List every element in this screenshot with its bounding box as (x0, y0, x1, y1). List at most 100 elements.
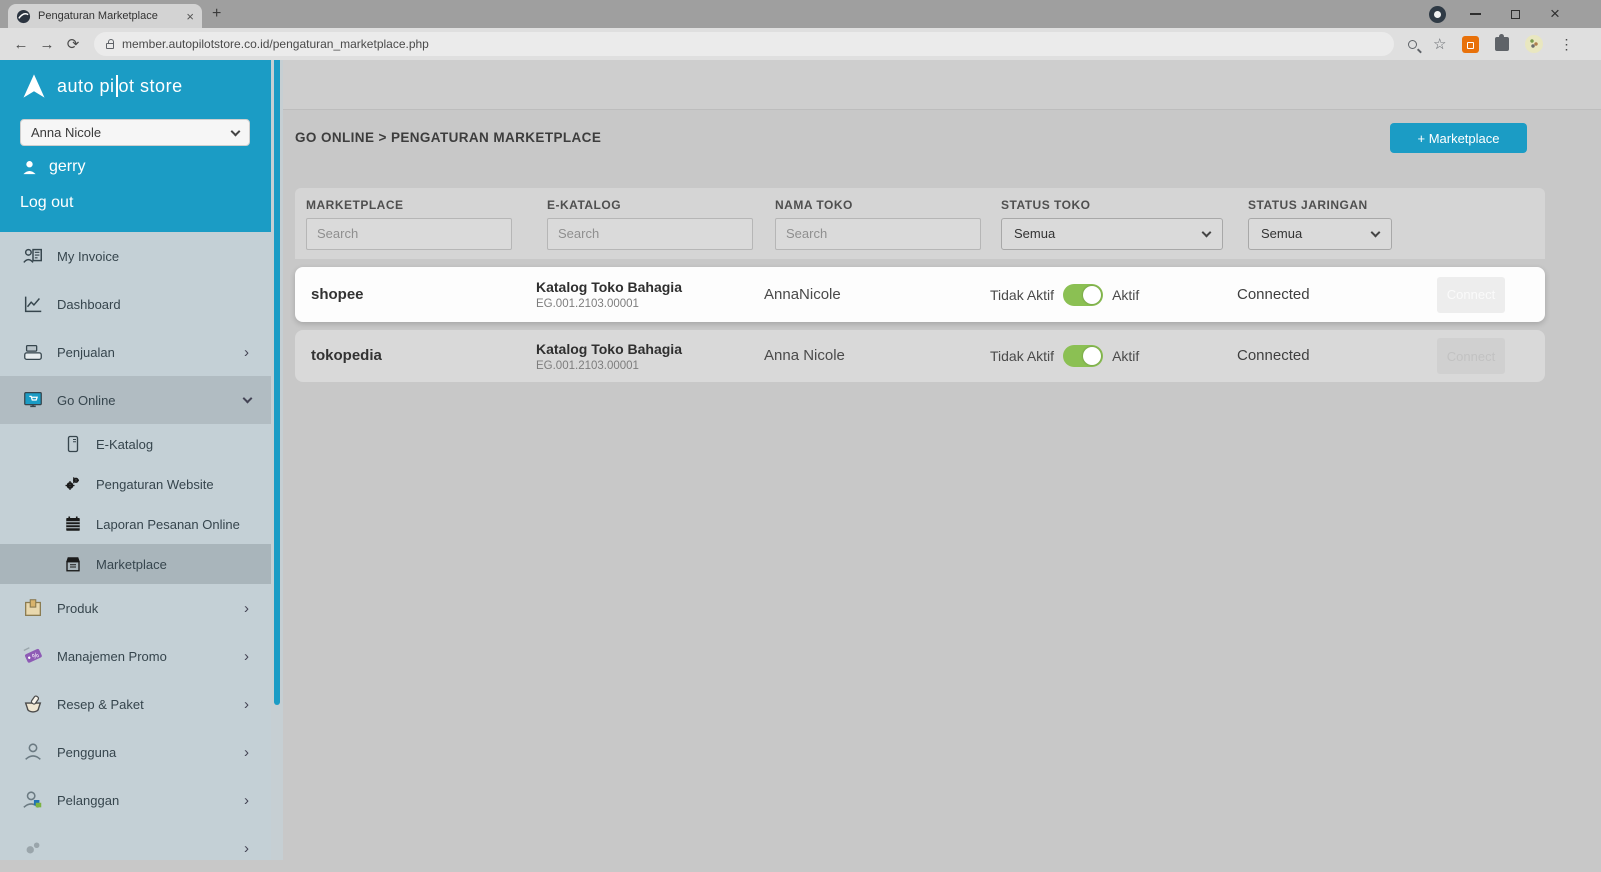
address-bar[interactable]: member.autopilotstore.co.id/pengaturan_m… (94, 32, 1394, 56)
monitor-cart-icon (22, 389, 44, 411)
bookmark-star-icon[interactable]: ☆ (1433, 35, 1446, 53)
customer-icon (22, 789, 44, 811)
browser-toolbar: ← → ⟳ member.autopilotstore.co.id/pengat… (0, 28, 1601, 60)
close-window-button[interactable]: × (1535, 0, 1575, 28)
refresh-button[interactable]: ⟳ (60, 35, 86, 53)
restore-button[interactable] (1495, 0, 1535, 28)
marketplace-name: tokopedia (311, 347, 382, 364)
sidebar-item-dashboard[interactable]: Dashboard (0, 280, 271, 328)
ekatalog-search-input[interactable] (547, 218, 753, 250)
marketplace-search-input[interactable] (306, 218, 512, 250)
chevron-right-icon: › (244, 648, 249, 665)
zoom-icon[interactable] (1408, 40, 1417, 49)
status-jaringan-select[interactable]: Semua (1248, 218, 1392, 250)
chevron-down-icon (1371, 227, 1381, 237)
katalog-title: Katalog Toko Bahagia (536, 341, 764, 357)
chevron-right-icon: › (244, 344, 249, 361)
site-favicon-icon (16, 9, 31, 24)
status-toggle[interactable] (1063, 345, 1103, 367)
forward-button[interactable]: → (34, 36, 60, 53)
chevron-down-icon (231, 126, 241, 136)
filter-ekatalog: E-KATALOG (536, 198, 764, 250)
mortar-pestle-icon (22, 693, 44, 715)
sidebar-subitem-laporan-pesanan-online[interactable]: Laporan Pesanan Online (0, 504, 271, 544)
connect-button[interactable]: Connect (1437, 277, 1505, 313)
filter-status-jaringan: STATUS JARINGAN Semua (1237, 198, 1437, 250)
restore-icon (1511, 10, 1520, 19)
sidebar-item-pelanggan[interactable]: Pelanggan › (0, 776, 271, 824)
filter-status-toko: STATUS TOKO Semua (990, 198, 1237, 250)
sidebar-item-pengguna[interactable]: Pengguna › (0, 728, 271, 776)
browser-avatar[interactable] (1525, 35, 1543, 53)
sidebar-scrollbar-thumb[interactable] (274, 60, 280, 705)
account-select[interactable]: Anna Nicole (20, 119, 250, 146)
network-status: Connected (1237, 347, 1310, 364)
status-toggle[interactable] (1063, 284, 1103, 306)
minimize-button[interactable] (1455, 0, 1495, 28)
user-row[interactable]: gerry (22, 158, 85, 176)
sidebar-item-go-online[interactable]: Go Online (0, 376, 271, 424)
lock-icon (106, 43, 114, 49)
sidebar-item-resep-paket[interactable]: Resep & Paket › (0, 680, 271, 728)
katalog-code: EG.001.2103.00001 (536, 298, 764, 310)
katalog-title: Katalog Toko Bahagia (536, 279, 764, 295)
tab-title: Pengaturan Marketplace (38, 10, 179, 22)
sidebar-menu: My Invoice Dashboard Penjualan › Go Onli… (0, 232, 271, 872)
sidebar-subitem-e-katalog[interactable]: E-Katalog (0, 424, 271, 464)
chevron-right-icon: › (244, 696, 249, 713)
column-header: STATUS JARINGAN (1248, 198, 1437, 212)
chevron-right-icon: › (244, 840, 249, 857)
table-row[interactable]: tokopedia Katalog Toko Bahagia EG.001.21… (295, 330, 1545, 382)
toggle-on-label: Aktif (1112, 348, 1139, 364)
store-name: Anna Nicole (764, 347, 845, 364)
dashboard-chart-icon (22, 293, 44, 315)
column-header: STATUS TOKO (1001, 198, 1237, 212)
status-toko-select[interactable]: Semua (1001, 218, 1223, 250)
logout-link[interactable]: Log out (20, 194, 73, 212)
sidebar-subitem-pengaturan-website[interactable]: Pengaturan Website (0, 464, 271, 504)
brand-logo: auto piot store (20, 72, 183, 100)
calendar-icon (64, 515, 82, 533)
sidebar-item-penjualan[interactable]: Penjualan › (0, 328, 271, 376)
sidebar-item-manajemen-promo[interactable]: % Manajemen Promo › (0, 632, 271, 680)
browser-tab[interactable]: Pengaturan Marketplace × (8, 4, 202, 28)
sidebar-item-my-invoice[interactable]: My Invoice (0, 232, 271, 280)
profile-badge-icon[interactable] (1429, 6, 1446, 23)
top-bar (283, 60, 1601, 110)
toggle-off-label: Tidak Aktif (990, 287, 1054, 303)
shopping-extension-icon[interactable] (1462, 36, 1479, 53)
chevron-right-icon: › (244, 600, 249, 617)
gear-pair-icon (22, 837, 44, 859)
invoice-icon (22, 245, 44, 267)
chevron-right-icon: › (244, 792, 249, 809)
network-status: Connected (1237, 286, 1310, 303)
katalog-code: EG.001.2103.00001 (536, 360, 764, 372)
column-header: E-KATALOG (547, 198, 764, 212)
product-box-icon (22, 597, 44, 619)
toggle-knob (1083, 347, 1101, 365)
extensions-puzzle-icon[interactable] (1495, 37, 1509, 51)
promo-tag-icon: % (22, 645, 44, 667)
sidebar-item-partial[interactable]: › (0, 824, 271, 872)
column-header: MARKETPLACE (306, 198, 536, 212)
table-row[interactable]: shopee Katalog Toko Bahagia EG.001.2103.… (295, 267, 1545, 322)
sidebar-item-produk[interactable]: Produk › (0, 584, 271, 632)
new-tab-button[interactable]: + (212, 5, 221, 23)
sidebar-subitem-marketplace[interactable]: Marketplace (0, 544, 271, 584)
browser-tab-strip: Pengaturan Marketplace × + × (0, 0, 1601, 28)
add-marketplace-button[interactable]: + Marketplace (1390, 123, 1527, 153)
toggle-on-label: Aktif (1112, 287, 1139, 303)
main-content: GO ONLINE > PENGATURAN MARKETPLACE + Mar… (283, 60, 1601, 860)
username: gerry (49, 158, 85, 176)
connect-button[interactable]: Connect (1437, 338, 1505, 374)
store-name: AnnaNicole (764, 286, 841, 303)
browser-menu-icon[interactable]: ⋮ (1559, 36, 1573, 53)
back-button[interactable]: ← (8, 36, 34, 53)
tab-close-icon[interactable]: × (186, 9, 194, 24)
nama-toko-search-input[interactable] (775, 218, 981, 250)
brand-text: auto piot store (57, 75, 183, 97)
sidebar-header: auto piot store Anna Nicole gerry Log ou… (0, 60, 282, 232)
sidebar: auto piot store Anna Nicole gerry Log ou… (0, 60, 282, 860)
minimize-icon (1470, 13, 1481, 15)
toggle-off-label: Tidak Aktif (990, 348, 1054, 364)
